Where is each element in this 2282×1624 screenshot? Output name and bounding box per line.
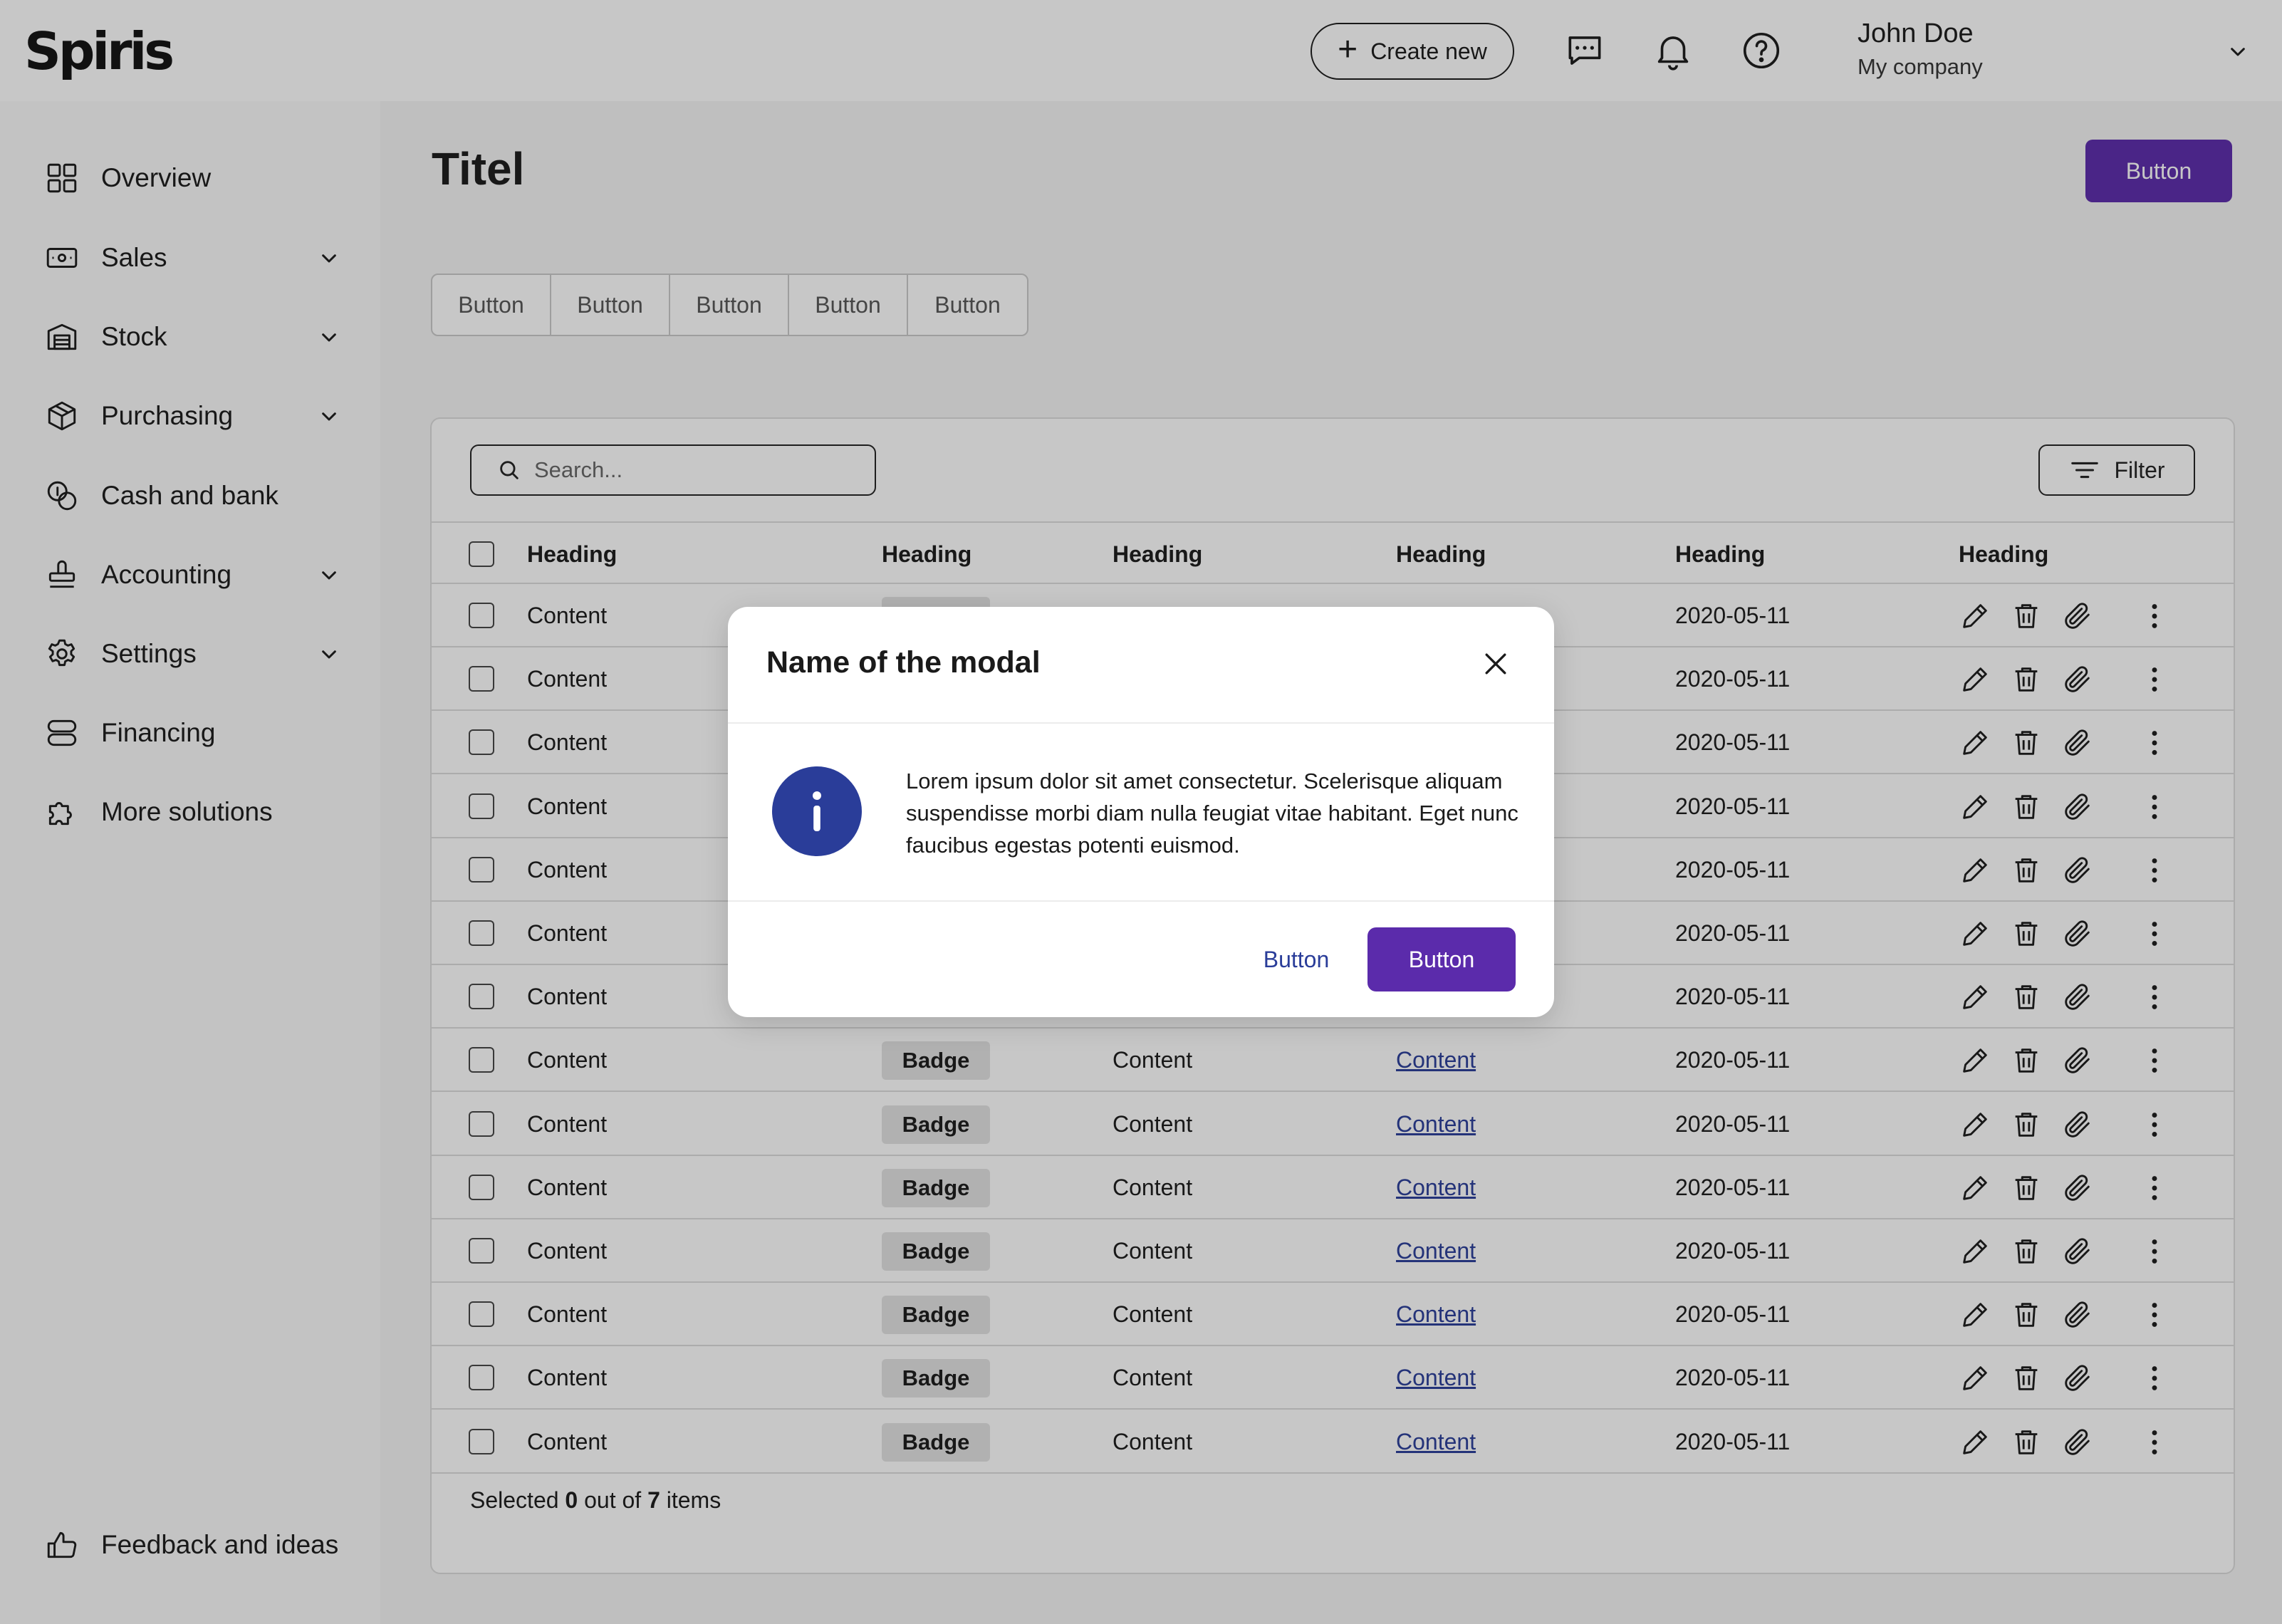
close-icon[interactable] [1480, 648, 1511, 680]
modal-primary-button[interactable]: Button [1367, 927, 1516, 991]
modal-title: Name of the modal [766, 645, 1041, 680]
modal-secondary-button[interactable]: Button [1212, 927, 1380, 991]
modal-body-text: Lorem ipsum dolor sit amet consectetur. … [906, 769, 1518, 858]
modal-divider [728, 900, 1554, 902]
info-icon [772, 766, 862, 856]
modal-dialog: Name of the modal Lorem ipsum dolor sit … [728, 607, 1554, 1017]
info-glyph [813, 791, 821, 831]
modal-divider [728, 722, 1554, 724]
